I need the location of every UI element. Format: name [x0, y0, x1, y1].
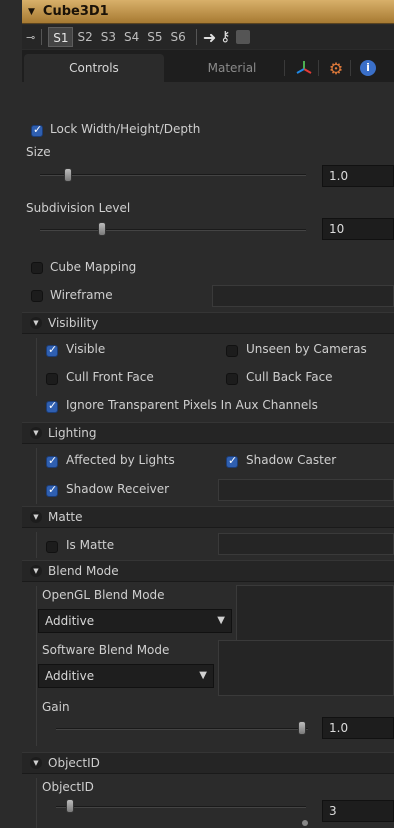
affected-by-lights-checkbox[interactable] — [46, 454, 58, 468]
shadow-receiver-checkbox[interactable] — [46, 483, 58, 497]
is-matte-empty-field — [218, 533, 394, 555]
unseen-by-cameras-label: Unseen by Cameras — [246, 342, 367, 356]
gain-slider-knob[interactable] — [298, 721, 306, 735]
is-matte-checkbox[interactable] — [46, 541, 58, 553]
software-side-panel — [218, 640, 394, 696]
expand-arrow-icon[interactable]: ▼ — [30, 757, 42, 769]
wireframe-checkbox[interactable] — [31, 290, 43, 302]
cull-back-label: Cull Back Face — [246, 370, 333, 384]
cull-front-checkbox[interactable] — [46, 373, 58, 385]
ignore-transparent-label: Ignore Transparent Pixels In Aux Channel… — [66, 398, 318, 412]
toolbar-divider — [195, 29, 197, 45]
tool-title: Cube3D1 — [42, 4, 109, 19]
objectid-value-field[interactable]: 3 — [322, 800, 394, 822]
size-slider-track[interactable] — [40, 174, 306, 176]
shadow-receiver-empty-field — [218, 479, 394, 501]
tab-controls[interactable]: Controls — [24, 54, 164, 82]
ignore-transparent-checkbox[interactable] — [46, 399, 58, 413]
wireframe-empty-field — [212, 285, 394, 307]
section-visibility[interactable]: ▼ Visibility — [22, 312, 394, 334]
transform-axes-icon[interactable] — [294, 58, 314, 78]
section-blend-mode[interactable]: ▼ Blend Mode — [22, 560, 394, 582]
key-icon[interactable]: ⚷ — [220, 29, 230, 45]
section-title: ObjectID — [48, 756, 100, 770]
software-blend-dropdown[interactable]: Additive ▼ — [38, 664, 214, 688]
unseen-by-cameras-checkbox[interactable] — [226, 345, 238, 357]
version-slot-4[interactable]: S4 — [120, 27, 143, 47]
lock-whd-checkbox[interactable] — [31, 123, 43, 137]
group-line — [36, 586, 37, 746]
objectid-slider-knob[interactable] — [66, 799, 74, 813]
opengl-blend-dropdown[interactable]: Additive ▼ — [38, 609, 232, 633]
objectid-label: ObjectID — [42, 780, 94, 794]
affected-by-lights-label: Affected by Lights — [66, 453, 175, 467]
gain-slider-track[interactable] — [56, 728, 308, 730]
cube-mapping-label: Cube Mapping — [50, 260, 137, 274]
subdivision-slider-track[interactable] — [40, 229, 306, 231]
subdivision-label: Subdivision Level — [26, 201, 131, 215]
opengl-blend-label: OpenGL Blend Mode — [42, 588, 165, 602]
expand-arrow-icon[interactable]: ▼ — [30, 565, 42, 577]
lock-whd-label: Lock Width/Height/Depth — [50, 122, 201, 136]
objectid-slider-track[interactable] — [56, 806, 306, 808]
section-title: Matte — [48, 510, 83, 524]
subdivision-slider-knob[interactable] — [98, 222, 106, 236]
save-icon[interactable] — [236, 30, 251, 44]
section-title: Visibility — [48, 316, 99, 330]
opengl-blend-value: Additive — [45, 614, 95, 628]
version-slot-3[interactable]: S3 — [97, 27, 120, 47]
expand-arrow-icon[interactable]: ▼ — [30, 511, 42, 523]
section-objectid[interactable]: ▼ ObjectID — [22, 752, 394, 774]
software-blend-label: Software Blend Mode — [42, 643, 170, 657]
gain-label: Gain — [42, 700, 70, 714]
size-value-field[interactable]: 1.0 — [322, 165, 394, 187]
toolbar-divider — [41, 29, 43, 45]
arrow-right-icon[interactable]: ➜ — [203, 28, 216, 47]
group-line — [36, 448, 37, 504]
cull-back-checkbox[interactable] — [226, 373, 238, 385]
shadow-caster-label: Shadow Caster — [246, 453, 337, 467]
software-blend-value: Additive — [45, 669, 95, 683]
settings-gear-icon[interactable]: ⚙ — [326, 58, 346, 78]
section-title: Lighting — [48, 426, 97, 440]
tab-bar: Controls Material ⚙ i — [22, 50, 394, 82]
cube-mapping-checkbox[interactable] — [31, 262, 43, 274]
subdivision-value-field[interactable]: 10 — [322, 218, 394, 240]
version-slot-1[interactable]: S1 — [48, 27, 74, 47]
version-toolbar: ⊸ S1 S2 S3 S4 S5 S6 ➜ ⚷ — [22, 25, 394, 49]
tab-divider — [318, 60, 319, 76]
shadow-receiver-label: Shadow Receiver — [66, 482, 170, 496]
opengl-side-panel — [236, 585, 394, 641]
expand-arrow-icon[interactable]: ▼ — [30, 427, 42, 439]
dropdown-arrow-icon: ▼ — [199, 670, 207, 681]
is-matte-label: Is Matte — [66, 538, 115, 552]
pin-icon[interactable]: ⊸ — [26, 31, 35, 44]
cull-front-label: Cull Front Face — [66, 370, 154, 384]
tool-header[interactable]: ▼ Cube3D1 — [22, 0, 394, 24]
info-icon[interactable]: i — [358, 58, 378, 78]
group-line — [36, 778, 37, 828]
size-label: Size — [26, 145, 51, 159]
version-slot-6[interactable]: S6 — [167, 27, 190, 47]
scroll-indicator-dot — [302, 820, 308, 826]
expand-arrow-icon[interactable]: ▼ — [30, 317, 42, 329]
section-matte[interactable]: ▼ Matte — [22, 506, 394, 528]
tab-material[interactable]: Material — [182, 54, 282, 82]
dropdown-arrow-icon: ▼ — [217, 615, 225, 626]
size-slider-knob[interactable] — [64, 168, 72, 182]
tab-divider — [350, 60, 351, 76]
wireframe-label: Wireframe — [50, 288, 113, 302]
section-title: Blend Mode — [48, 564, 119, 578]
version-slot-5[interactable]: S5 — [143, 27, 166, 47]
tab-divider — [284, 60, 285, 76]
section-lighting[interactable]: ▼ Lighting — [22, 422, 394, 444]
version-slot-2[interactable]: S2 — [73, 27, 96, 47]
collapse-triangle-icon[interactable]: ▼ — [28, 7, 35, 17]
visible-label: Visible — [66, 342, 106, 356]
shadow-caster-checkbox[interactable] — [226, 454, 238, 468]
group-line — [36, 532, 37, 558]
visible-checkbox[interactable] — [46, 343, 58, 357]
gain-value-field[interactable]: 1.0 — [322, 717, 394, 739]
group-line — [36, 338, 37, 396]
